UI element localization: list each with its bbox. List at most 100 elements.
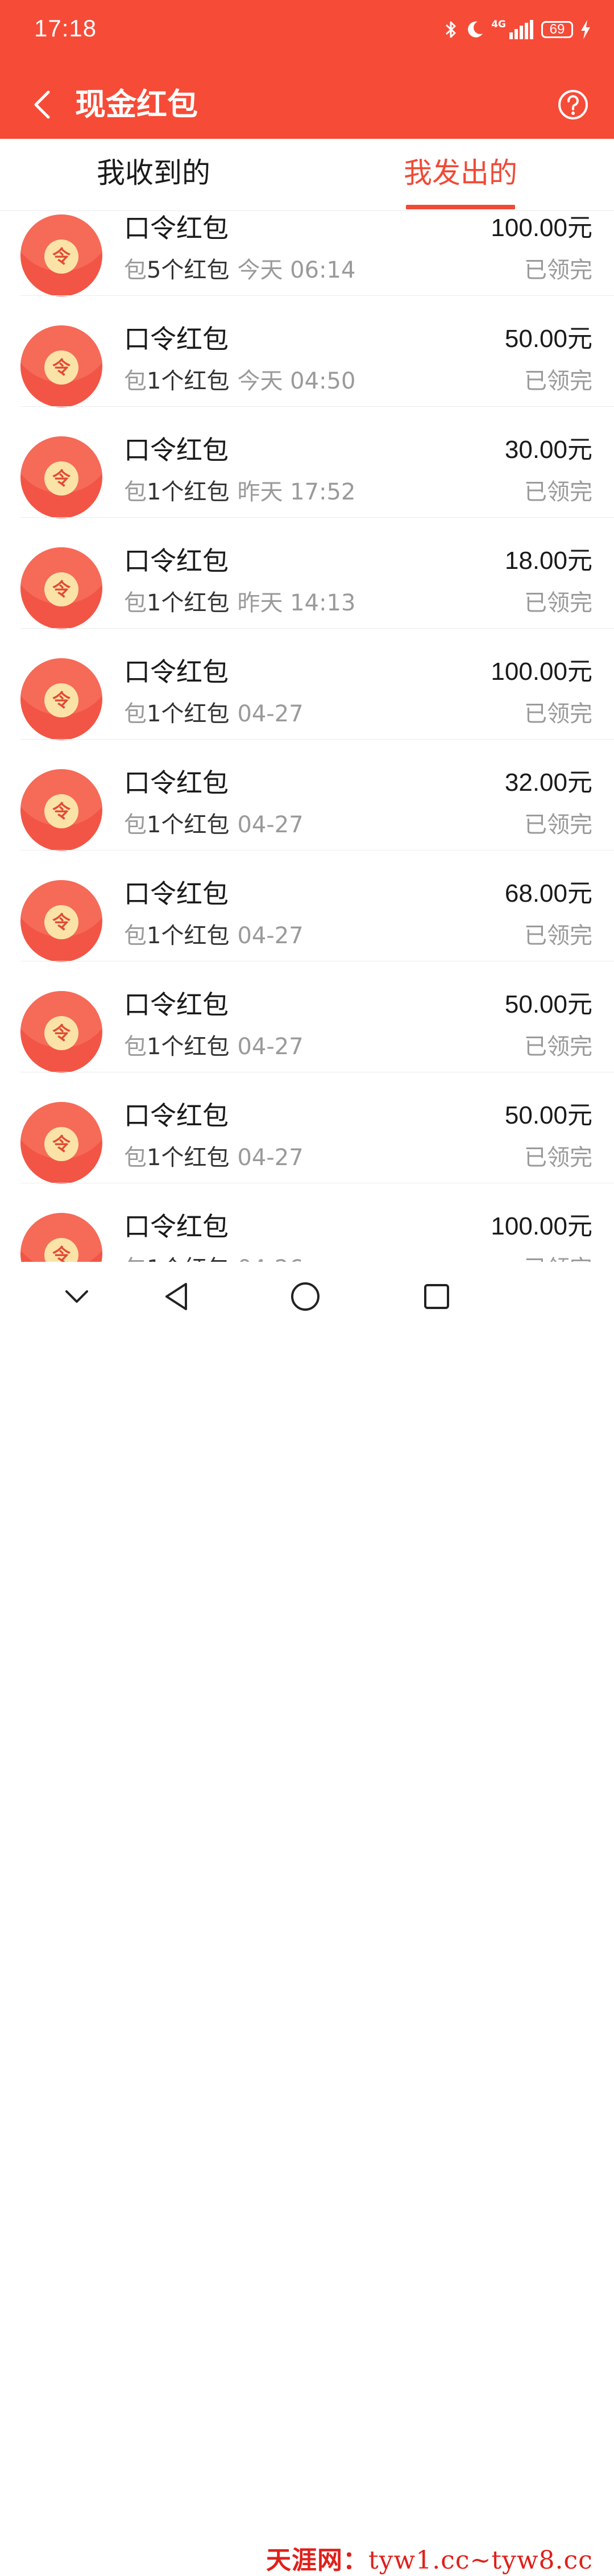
packet-amount: 50.00元	[504, 325, 592, 353]
envelope-seal: 令	[44, 794, 78, 828]
tab-received[interactable]: 我收到的	[68, 139, 239, 210]
packet-detail: 包1个红包 昨天 14:13	[124, 588, 355, 618]
envelope-seal: 令	[44, 1016, 78, 1050]
red-packet-row[interactable]: 令 口令红包 包1个红包 昨天 17:52 30.00元 已领完	[0, 407, 614, 518]
square-recents-icon	[424, 1284, 449, 1309]
packet-detail: 包1个红包 昨天 17:52	[124, 477, 355, 507]
collapse-nav-button[interactable]	[57, 1277, 97, 1316]
watermark: 天涯网：tyw1.cc~tyw8.cc	[266, 2540, 593, 2576]
packet-status: 已领完	[524, 368, 592, 394]
moon-icon	[465, 20, 484, 39]
packet-title: 口令红包	[124, 324, 229, 354]
back-button[interactable]	[23, 82, 63, 127]
help-button[interactable]	[550, 82, 596, 127]
system-home-button[interactable]	[285, 1277, 325, 1316]
red-envelope-icon: 令	[20, 991, 102, 1073]
packet-count: 1个红包	[147, 701, 230, 727]
red-packet-row[interactable]: 令口令红包包1个红包 04-26 100.00元已领完	[0, 1183, 614, 1262]
packet-prefix: 包	[124, 701, 147, 727]
packet-count: 1个红包	[147, 923, 230, 949]
packet-count: 1个红包	[147, 368, 230, 394]
app-header: 17:18 4G 69 现金红包	[0, 0, 614, 139]
packet-time: 04-27	[237, 701, 304, 727]
packet-detail: 包1个红包 今天 04:50	[124, 366, 355, 396]
red-envelope-icon: 令	[20, 325, 102, 407]
packet-time: 今天 04:50	[237, 368, 356, 394]
envelope-seal: 令	[44, 350, 78, 385]
red-packet-row[interactable]: 令 口令红包 包1个红包 04-27 100.00元 已领完	[0, 629, 614, 740]
red-envelope-icon: 令	[20, 214, 102, 296]
tab-sent[interactable]: 我发出的	[375, 139, 546, 210]
back-arrow-icon	[34, 90, 50, 119]
packet-title: 口令红包	[124, 1100, 229, 1131]
packet-prefix: 包	[124, 1145, 147, 1171]
packet-detail: 包1个红包 04-27	[124, 921, 304, 951]
envelope-seal: 令	[44, 683, 78, 717]
system-recent-button[interactable]	[417, 1277, 457, 1316]
packet-time: 今天 06:14	[237, 257, 356, 283]
battery-icon: 69	[541, 21, 573, 38]
packet-detail: 包1个红包 04-27	[124, 810, 304, 840]
red-packet-row[interactable]: 令 口令红包 包1个红包 04-27 50.00元 已领完	[0, 961, 614, 1073]
packet-title: 口令红包	[124, 767, 229, 798]
packet-time: 04-26	[237, 1256, 303, 1262]
red-packet-row[interactable]: 令 口令红包包1个红包 昨天 14:13 18.00元已领完	[0, 518, 614, 629]
list-scroll-content: 令口令红包 包5个红包 今天 06:14 100.00元 已领完令口令红包 包1个红包 今天…	[0, 211, 614, 1262]
packet-amount: 30.00元	[504, 436, 592, 464]
red-packet-row[interactable]: 令 口令红包 包1个红包 04-27 68.00元 已领完	[0, 851, 614, 962]
packet-prefix: 包	[124, 812, 147, 838]
packet-prefix: 包	[124, 590, 147, 616]
watermark-brand: 天涯网：	[266, 2546, 368, 2575]
envelope-seal: 令	[44, 1127, 78, 1161]
signal-icon: 4G	[491, 20, 534, 39]
packet-count: 1个红包	[147, 1145, 230, 1171]
packet-status: 已领完	[524, 1145, 592, 1171]
packet-status: 已领完	[524, 1034, 592, 1060]
packet-prefix: 包	[124, 479, 147, 505]
charging-icon	[580, 19, 591, 40]
red-packet-list[interactable]: 令口令红包 包5个红包 今天 06:14 100.00元 已领完令口令红包 包1个红包 今天…	[0, 211, 614, 1262]
packet-prefix: 包	[124, 368, 147, 394]
red-packet-row[interactable]: 令 口令红包包1个红包 04-27 50.00元已领完	[0, 1072, 614, 1184]
tab-bar: 我收到的 我发出的	[0, 139, 614, 211]
packet-amount: 100.00元	[491, 1212, 592, 1240]
system-back-button[interactable]	[156, 1277, 196, 1316]
status-icons: 4G 69	[443, 17, 591, 42]
packet-time: 昨天 17:52	[237, 479, 356, 505]
triangle-back-icon	[165, 1283, 187, 1310]
packet-count: 1个红包	[147, 1034, 230, 1060]
packet-title: 口令红包	[124, 435, 229, 465]
packet-time: 04-27	[237, 1145, 304, 1171]
packet-status: 已领完	[524, 923, 592, 949]
packet-title: 口令红包	[124, 546, 229, 576]
packet-detail: 包1个红包 04-27	[124, 1032, 304, 1062]
red-packet-row[interactable]: 令 口令红包 包1个红包 04-27 32.00元 已领完	[0, 740, 614, 851]
packet-status: 已领完	[524, 257, 592, 283]
envelope-seal: 令	[44, 905, 78, 939]
packet-title: 口令红包	[124, 657, 229, 687]
circle-home-icon	[291, 1282, 320, 1311]
packet-detail: 包1个红包 04-27	[124, 699, 304, 729]
packet-amount: 100.00元	[491, 214, 592, 242]
packet-status: 已领完	[524, 590, 592, 616]
bluetooth-icon	[443, 19, 458, 40]
packet-amount: 32.00元	[504, 769, 592, 796]
packet-title: 口令红包	[124, 989, 229, 1020]
packet-amount: 18.00元	[504, 547, 592, 575]
red-packet-row[interactable]: 令 口令红包包1个红包 今天 04:50 50.00元已领完	[0, 296, 614, 407]
packet-count: 1个红包	[147, 590, 230, 616]
packet-status: 已领完	[524, 479, 592, 505]
red-envelope-icon: 令	[20, 1213, 102, 1262]
red-envelope-icon: 令	[20, 1102, 102, 1184]
nav-bar: 现金红包	[0, 71, 614, 139]
packet-time: 昨天 14:13	[237, 590, 356, 616]
packet-amount: 100.00元	[491, 658, 592, 686]
active-tab-indicator	[406, 205, 515, 209]
packet-amount: 50.00元	[504, 1101, 592, 1129]
packet-count: 1个红包	[147, 812, 230, 838]
watermark-text: tyw1.cc~tyw8.cc	[368, 2546, 593, 2575]
packet-prefix: 包	[124, 923, 147, 949]
red-envelope-icon: 令	[20, 547, 102, 629]
red-envelope-icon: 令	[20, 880, 102, 962]
red-packet-row[interactable]: 令 口令红包 包5个红包 今天 06:14 100.00元 已领完	[0, 211, 614, 296]
